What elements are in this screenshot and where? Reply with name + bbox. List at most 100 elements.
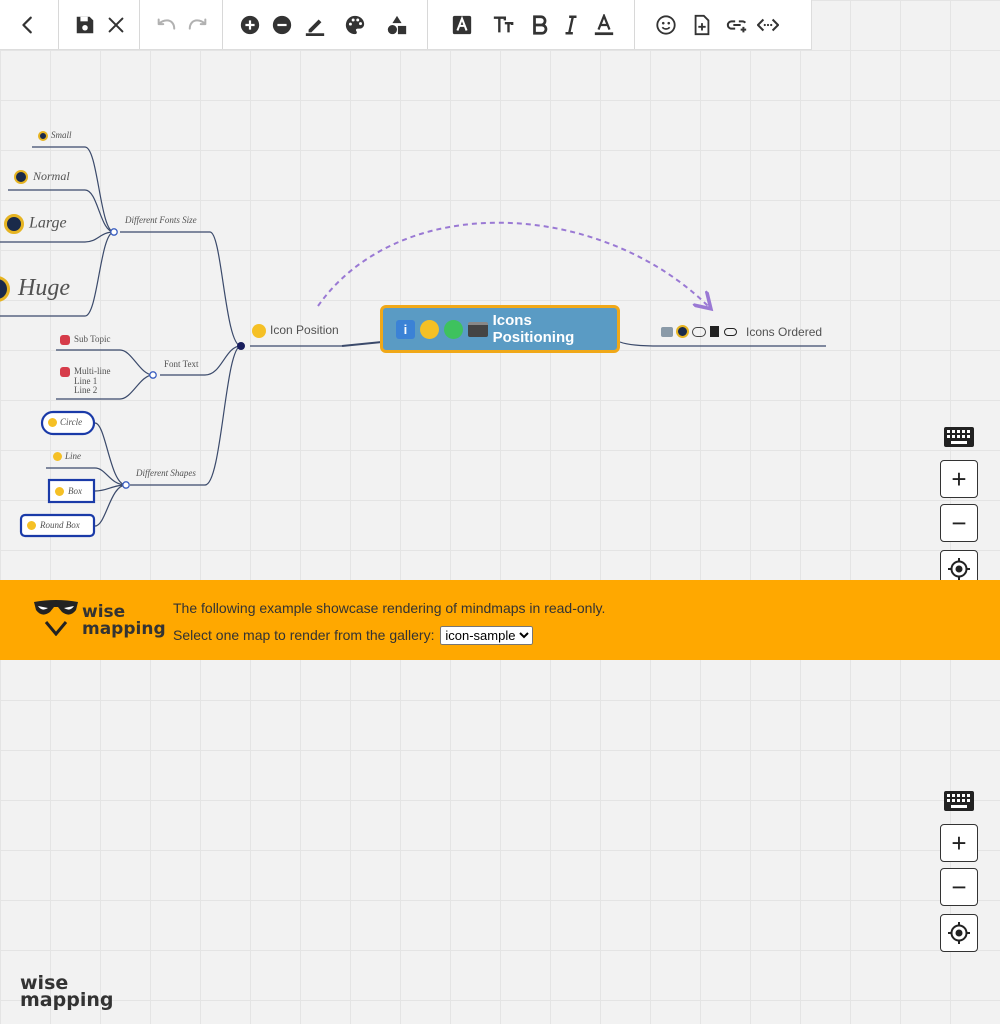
cloud-icon [692, 326, 706, 337]
crosshair-icon [948, 558, 970, 580]
font-text-label: Font Text [164, 359, 199, 369]
close-button[interactable] [101, 1, 131, 49]
font-huge-label: Huge [18, 275, 70, 301]
shape-circle-label: Circle [60, 417, 83, 427]
info-icon: i [396, 319, 415, 339]
icons-ordered-topic[interactable]: Icons Ordered [661, 325, 822, 338]
zoom-in-button[interactable]: + [940, 460, 978, 498]
arrow-left-icon [22, 16, 32, 33]
ninja-icon [38, 131, 48, 141]
close-icon [108, 17, 124, 32]
multiline-line1: Multi-line [74, 366, 111, 376]
save-button[interactable] [69, 1, 101, 49]
font-normal-topic[interactable]: Normal [14, 169, 70, 185]
sub-topic-label: Sub Topic [74, 334, 111, 345]
editor-toolbar [0, 0, 812, 50]
remove-topic-icon [272, 15, 292, 34]
crosshair-icon [948, 922, 970, 944]
font-color-button[interactable] [586, 1, 622, 49]
shape-button[interactable] [377, 1, 417, 49]
font-family-button[interactable] [442, 1, 482, 49]
palette-icon [345, 15, 365, 34]
gallery-select-label: Select one map to render from the galler… [173, 627, 435, 643]
banner-logo-text: wise mapping [82, 604, 166, 638]
bold-button[interactable] [524, 1, 556, 49]
line-color-button[interactable] [297, 1, 333, 49]
undo-icon [157, 17, 176, 30]
different-fonts-size-label: Different Fonts Size [125, 215, 197, 225]
central-topic[interactable]: i Icons Positioning [380, 305, 620, 353]
embed-button[interactable] [753, 1, 783, 49]
font-small-topic[interactable]: Small [38, 131, 72, 141]
back-button[interactable] [12, 1, 44, 49]
zoom-out-button[interactable]: − [940, 868, 978, 906]
ninja-icon [14, 170, 28, 185]
add-icon-button[interactable] [649, 1, 683, 49]
multiline-line3: Line 2 [74, 385, 98, 395]
different-shapes-topic[interactable]: Different Shapes [136, 469, 196, 478]
relationship-arrow [317, 221, 708, 306]
keyboard-shortcuts-button[interactable] [940, 788, 978, 814]
remove-topic-button[interactable] [267, 1, 297, 49]
gallery-select[interactable]: icon-sample [440, 626, 534, 645]
font-huge-topic[interactable]: Huge [0, 275, 70, 303]
connector [94, 422, 127, 486]
embed-icon [757, 18, 779, 31]
italic-icon [565, 15, 577, 34]
redo-icon [188, 17, 207, 30]
ninja-icon [0, 276, 10, 303]
central-topic-label: Icons Positioning [492, 312, 575, 346]
font-large-topic[interactable]: Large [4, 214, 67, 234]
zoom-in-button[interactable]: + [940, 824, 978, 862]
keyboard-shortcuts-button[interactable] [940, 424, 978, 450]
connector [0, 231, 115, 317]
redo-button[interactable] [182, 1, 214, 49]
link-icon [726, 19, 747, 32]
sub-topic[interactable]: Sub Topic [60, 335, 110, 345]
smile-face-icon [48, 418, 57, 428]
add-topic-button[interactable] [233, 1, 267, 49]
wink-face-icon [27, 521, 36, 531]
bold-icon [533, 14, 548, 35]
shape-box-topic[interactable]: Box [55, 487, 82, 497]
zoom-out-button[interactable]: − [940, 504, 978, 542]
banner-message: The following example showcase rendering… [173, 600, 606, 616]
connector [120, 231, 242, 347]
gallery-select-row: Select one map to render from the galler… [173, 626, 534, 645]
chain-link-icon [724, 327, 737, 336]
multiline-line2: Line 1 [74, 375, 98, 386]
different-shapes-label: Different Shapes [136, 468, 196, 478]
center-map-button[interactable] [940, 914, 978, 952]
banner-logo-line2: mapping [82, 619, 166, 639]
add-note-button[interactable] [683, 1, 721, 49]
shape-line-topic[interactable]: Line [53, 452, 81, 462]
devil-icon [60, 367, 70, 377]
shape-circle-topic[interactable]: Circle [48, 417, 83, 428]
add-link-button[interactable] [721, 1, 753, 49]
note-icon [694, 14, 710, 35]
note-doc-icon [710, 326, 719, 337]
icon-position-topic[interactable]: Icon Position [252, 324, 339, 338]
wink-face-icon [419, 319, 439, 339]
font-small-label: Small [51, 130, 72, 141]
font-text-topic[interactable]: Font Text [164, 360, 198, 369]
shapes-icon [387, 15, 407, 34]
mindmap-canvas[interactable]: i Icons Positioning Icon Position Icons … [0, 50, 1000, 580]
connector-dot [122, 481, 130, 489]
keyboard-emoji-icon [467, 321, 488, 337]
different-fonts-size-topic[interactable]: Different Fonts Size [125, 216, 197, 225]
connector [619, 341, 826, 347]
multiline-topic[interactable]: Multi-line Line 1 Line 2 [60, 366, 111, 396]
undo-button[interactable] [150, 1, 182, 49]
save-icon [76, 16, 94, 33]
footer-logo[interactable]: wise mapping [20, 974, 113, 1010]
devil-icon [60, 335, 70, 345]
zoom-controls-secondary: + − [940, 788, 978, 958]
background-color-button[interactable] [333, 1, 377, 49]
font-normal-label: Normal [33, 169, 70, 183]
shape-round-box-topic[interactable]: Round Box [27, 521, 80, 531]
italic-button[interactable] [556, 1, 586, 49]
printer-icon [661, 326, 673, 337]
font-size-button[interactable] [482, 1, 524, 49]
text-color-icon [594, 13, 614, 35]
